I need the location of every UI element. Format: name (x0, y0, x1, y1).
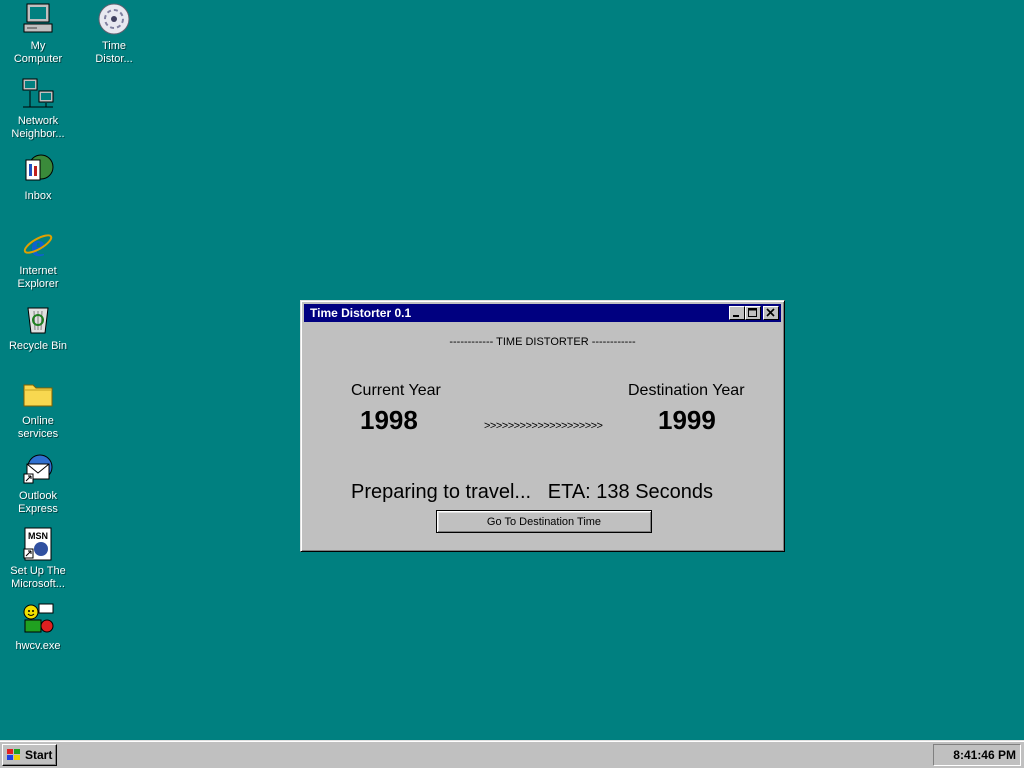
desktop-icon-label: Time Distor... (95, 40, 133, 65)
folder-icon (21, 377, 55, 411)
desktop-icon-time-distorter[interactable]: Time Distor... (77, 2, 151, 66)
internet-explorer-icon: e (21, 227, 55, 263)
desktop-icon-label: Recycle Bin (8, 340, 68, 352)
desktop-icon-label: Online services (17, 415, 59, 440)
inbox-icon (21, 152, 55, 186)
clock-swirl-icon (97, 2, 131, 36)
desktop-icon-label: Outlook Express (18, 490, 58, 515)
travel-status: Preparing to travel... ETA: 138 Seconds (351, 481, 713, 504)
window-title: Time Distorter 0.1 (310, 306, 412, 320)
svg-text:e: e (31, 227, 45, 261)
go-to-destination-button[interactable]: Go To Destination Time (436, 510, 652, 533)
desktop-icon-setup-msn[interactable]: MSN Set Up The Microsoft... (1, 527, 75, 591)
travel-arrows: >>>>>>>>>>>>>>>>>>>> (484, 420, 603, 432)
minimize-icon (733, 315, 739, 317)
time-distorter-window[interactable]: Time Distorter 0.1 ------------ TIME DIS… (300, 300, 785, 552)
taskbar: Start 8:41:46 PM (0, 740, 1024, 768)
start-button[interactable]: Start (2, 744, 57, 766)
msn-setup-icon: MSN (21, 527, 55, 561)
maximize-button[interactable] (745, 306, 761, 320)
desktop-icon-label: Internet Explorer (17, 265, 59, 290)
network-icon (21, 77, 55, 111)
outlook-express-icon (21, 452, 55, 486)
minimize-button[interactable] (729, 306, 745, 320)
system-tray: 8:41:46 PM (933, 744, 1021, 766)
destination-year-value: 1999 (658, 405, 716, 435)
desktop-icon-label: Inbox (24, 190, 52, 202)
close-icon (766, 308, 775, 317)
desktop-icon-online-services[interactable]: Online services (1, 377, 75, 441)
destination-year-label: Destination Year (628, 382, 745, 399)
desktop-icon-network-neighborhood[interactable]: Network Neighbor... (1, 77, 75, 141)
desktop-icon-inbox[interactable]: Inbox (1, 152, 75, 203)
current-year-value: 1998 (360, 405, 418, 435)
window-body: ------------ TIME DISTORTER ------------… (301, 323, 784, 551)
current-year-label: Current Year (351, 382, 441, 399)
clock[interactable]: 8:41:46 PM (953, 748, 1016, 762)
status-text: Preparing to travel... (351, 481, 532, 503)
desktop-icon-label: My Computer (13, 40, 63, 65)
desktop-icon-internet-explorer[interactable]: e Internet Explorer (1, 227, 75, 291)
desktop-icon-my-computer[interactable]: My Computer (1, 2, 75, 66)
desktop-icon-recycle-bin[interactable]: Recycle Bin (1, 302, 75, 353)
window-titlebar[interactable]: Time Distorter 0.1 (304, 304, 781, 322)
desktop-icon-label: hwcv.exe (15, 640, 61, 652)
desktop-icon-hwcv[interactable]: hwcv.exe (1, 602, 75, 653)
computer-icon (21, 2, 55, 36)
recycle-bin-icon (21, 302, 55, 336)
windows-logo-icon (7, 749, 20, 760)
start-label: Start (25, 748, 53, 762)
app-heading: ------------ TIME DISTORTER ------------ (449, 336, 636, 348)
maximize-icon (748, 308, 757, 317)
hwcv-smiley-icon (21, 602, 55, 636)
eta-text: ETA: 138 Seconds (547, 481, 714, 503)
desktop-icon-outlook-express[interactable]: Outlook Express (1, 452, 75, 516)
desktop-icon-label: Set Up The Microsoft... (10, 565, 66, 590)
desktop-icon-label: Network Neighbor... (11, 115, 65, 140)
window-controls (729, 306, 779, 320)
close-button[interactable] (763, 306, 779, 320)
svg-text:MSN: MSN (28, 531, 48, 541)
